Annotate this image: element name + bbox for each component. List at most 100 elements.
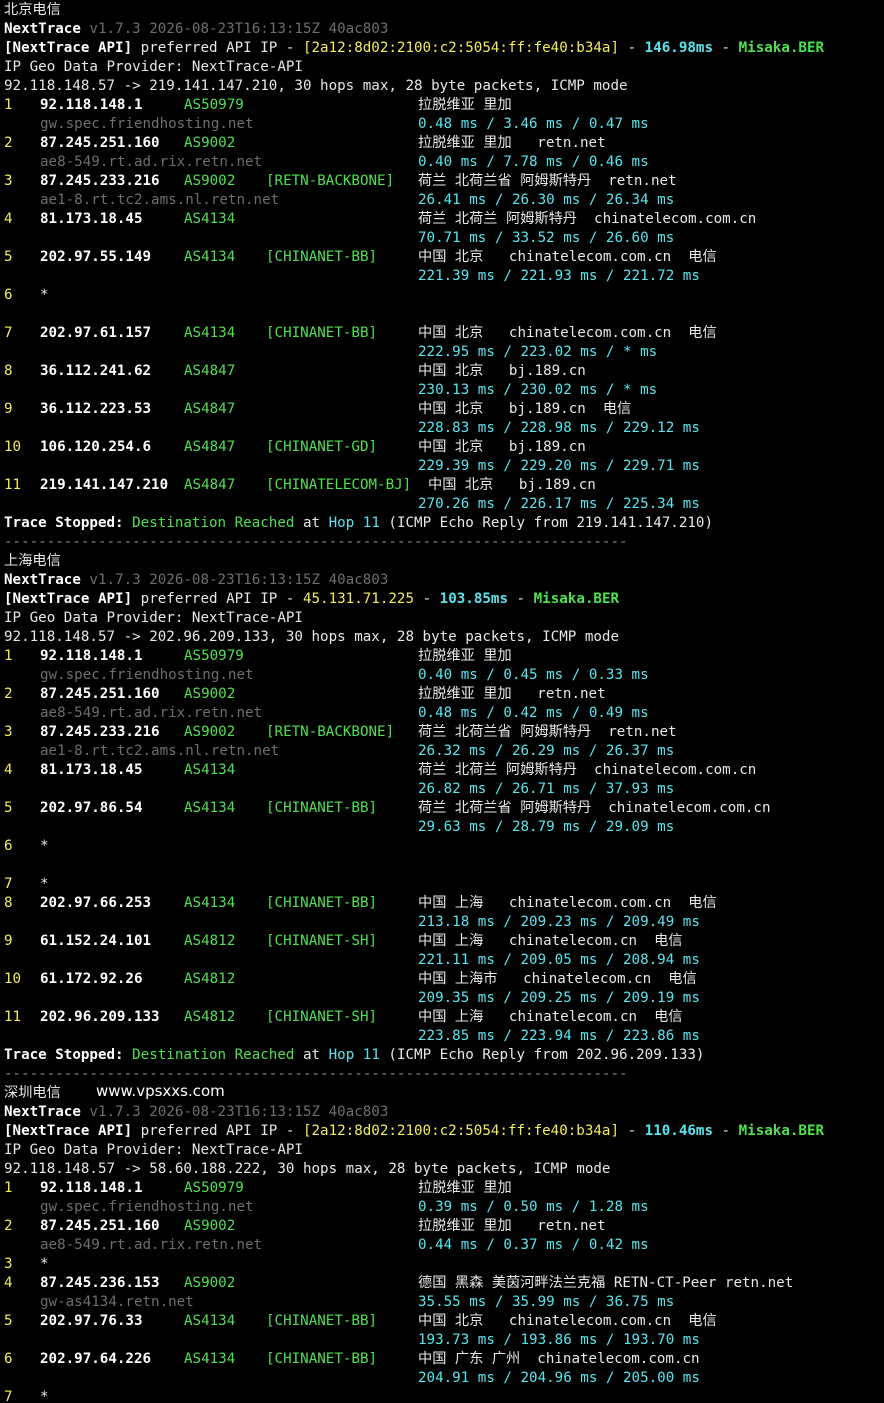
hop-asn: AS4812 (184, 1009, 236, 1025)
hop-tag: [CHINANET-BB] (266, 1313, 378, 1329)
hop-latency: 222.95 ms / 223.02 ms / * ms (418, 344, 658, 360)
tool-version-line: NextTrace v1.7.3 2026-08-23T16:13:15Z 40… (4, 571, 884, 590)
api-node: Misaka.BER (533, 591, 620, 607)
hop-asn: AS4134 (184, 762, 236, 778)
hop-timeout: * (40, 838, 49, 854)
hop-detail-row: 223.85 ms / 223.94 ms / 223.86 ms (4, 1027, 884, 1046)
api-dash: - (721, 1123, 731, 1139)
at-word: at (302, 515, 321, 531)
hop-ip: 92.118.148.1 (40, 648, 143, 664)
hop-hostname: gw.spec.friendhosting.net (40, 1199, 254, 1215)
hop-latency: 70.71 ms / 33.52 ms / 26.60 ms (418, 230, 675, 246)
hop-number: 7 (4, 1389, 13, 1403)
tool-version: v1.7.3 2026-08-23T16:13:15Z 40ac803 (89, 1104, 389, 1120)
hop-location: 荷兰 北荷兰省 阿姆斯特丹 retn.net (418, 173, 677, 189)
hop-number: 11 (4, 1009, 22, 1025)
hop-row: 11 202.96.209.133 AS4812 [CHINANET-SH] 中国 上海… (4, 1008, 884, 1027)
hop-number: 4 (4, 762, 13, 778)
hop-ip: 87.245.233.216 (40, 173, 160, 189)
api-dash: - (627, 40, 637, 56)
hop-location: 荷兰 北荷兰省 阿姆斯特丹 retn.net (418, 724, 677, 740)
hop-detail-row: ae8-549.rt.ad.rix.retn.net 0.48 ms / 0.42… (4, 704, 884, 723)
hop-location: 德国 黑森 美茵河畔法兰克福 RETN-CT-Peer retn.net (418, 1275, 794, 1291)
hop-asn: AS4847 (184, 363, 236, 379)
hop-latency: 209.35 ms / 209.25 ms / 209.19 ms (418, 990, 700, 1006)
hop-location: 中国 广东 广州 chinatelecom.com.cn (418, 1351, 700, 1367)
hop-row: 1 92.118.148.1 AS50979 拉脱维亚 里加 (4, 1179, 884, 1198)
hop-row: 4 81.173.18.45 AS4134 荷兰 北荷兰 阿姆斯特丹 chinatel… (4, 761, 884, 780)
hop-hostname: ae1-8.rt.tc2.ams.nl.retn.net (40, 743, 280, 759)
hop-detail-row: 221.39 ms / 221.93 ms / 221.72 ms (4, 267, 884, 286)
hop-latency: 26.82 ms / 26.71 ms / 37.93 ms (418, 781, 675, 797)
api-line: [NextTrace API] preferred API IP - [2a12… (4, 39, 884, 58)
hop-asn: AS4847 (184, 439, 236, 455)
hop-number: 7 (4, 325, 13, 341)
hop-timeout: * (40, 1256, 49, 1272)
hop-number: 5 (4, 249, 13, 265)
hop-location: 荷兰 北荷兰省 阿姆斯特丹 chinatelecom.com.cn (418, 800, 771, 816)
geo-provider: IP Geo Data Provider: NextTrace-API (4, 1142, 303, 1158)
api-dash: - (516, 591, 526, 607)
hop-latency: 0.40 ms / 7.78 ms / 0.46 ms (418, 154, 649, 170)
hop-ip: 219.141.147.210 (40, 477, 169, 493)
hop-number: 7 (4, 876, 13, 892)
hop-location: 中国 上海 chinatelecom.cn 电信 (418, 1009, 683, 1025)
hop-asn: AS4847 (184, 477, 236, 493)
hop-ip: 81.173.18.45 (40, 762, 143, 778)
hop-row: 10 106.120.254.6 AS4847 [CHINANET-GD] 中国 北京 … (4, 438, 884, 457)
separator: ----------------------------------------… (4, 1066, 628, 1082)
hop-detail-row: gw.spec.friendhosting.net 0.39 ms / 0.50 … (4, 1198, 884, 1217)
hop-tag: [CHINANET-SH] (266, 1009, 378, 1025)
hop-number: 3 (4, 1256, 13, 1272)
hop-row: 4 87.245.236.153 AS9002 德国 黑森 美茵河畔法兰克福 RETN… (4, 1274, 884, 1293)
api-ip: 45.131.71.225 (302, 591, 415, 607)
hop-location: 拉脱维亚 里加 (418, 1180, 512, 1196)
hop-detail-row: gw.spec.friendhosting.net 0.40 ms / 0.45 … (4, 666, 884, 685)
terminal-window: 北京电信 NextTrace v1.7.3 2026-08-23T16:13:15… (0, 0, 884, 1403)
hop-number: 10 (4, 439, 22, 455)
hop-asn: AS4134 (184, 1351, 236, 1367)
hop-ip: 202.97.76.33 (40, 1313, 143, 1329)
hop-asn: AS4134 (184, 800, 236, 816)
hop-row: 2 87.245.251.160 AS9002 拉脱维亚 里加 retn.net (4, 134, 884, 153)
hop-location: 中国 上海 chinatelecom.com.cn 电信 (418, 895, 717, 911)
hop-tag: [CHINANET-BB] (266, 249, 378, 265)
hop-number: 3 (4, 173, 13, 189)
tool-version: v1.7.3 2026-08-23T16:13:15Z 40ac803 (89, 21, 389, 37)
hop-tag: [RETN-BACKBONE] (266, 724, 395, 740)
hop-location: 荷兰 北荷兰 阿姆斯特丹 chinatelecom.com.cn (418, 762, 757, 778)
hop-latency: 230.13 ms / 230.02 ms / * ms (418, 382, 658, 398)
destination-reached: Destination Reached (132, 1047, 295, 1063)
hop-number: 1 (4, 1180, 13, 1196)
hop-hostname: ae8-549.rt.ad.rix.retn.net (40, 1237, 263, 1253)
hop-location: 中国 北京 chinatelecom.com.cn 电信 (418, 249, 717, 265)
hop-detail-row: 229.39 ms / 229.20 ms / 229.71 ms (4, 457, 884, 476)
hop-location: 中国 北京 bj.189.cn (418, 439, 586, 455)
hop-detail-row: 222.95 ms / 223.02 ms / * ms (4, 343, 884, 362)
hop-detail-row: 70.71 ms / 33.52 ms / 26.60 ms (4, 229, 884, 248)
hop-hostname: gw.spec.friendhosting.net (40, 116, 254, 132)
section-title-line: 深圳电信 www.vpsxxs.com (4, 1082, 884, 1103)
hop-ip: 92.118.148.1 (40, 1180, 143, 1196)
hop-tag: [CHINATELECOM-BJ] (266, 477, 412, 493)
hop-detail-row: 26.82 ms / 26.71 ms / 37.93 ms (4, 780, 884, 799)
tool-version-line: NextTrace v1.7.3 2026-08-23T16:13:15Z 40… (4, 20, 884, 39)
hop-detail-row: 270.26 ms / 226.17 ms / 225.34 ms (4, 495, 884, 514)
api-prefix: [NextTrace API] (4, 40, 133, 56)
api-latency: 146.98ms (644, 40, 713, 56)
section-title-line: 上海电信 (4, 552, 884, 571)
api-dash: - (422, 591, 432, 607)
hop-hostname: ae8-549.rt.ad.rix.retn.net (40, 705, 263, 721)
hop-row: 8 36.112.241.62 AS4847 中国 北京 bj.189.cn (4, 362, 884, 381)
hop-row: 6 202.97.64.226 AS4134 [CHINANET-BB] 中国 广东 广… (4, 1350, 884, 1369)
api-line: [NextTrace API] preferred API IP - [2a12… (4, 1122, 884, 1141)
hop-ip: 87.245.236.153 (40, 1275, 160, 1291)
hop-ip: 36.112.223.53 (40, 401, 152, 417)
hop-ip: 202.96.209.133 (40, 1009, 160, 1025)
hop-timeout: * (40, 1389, 49, 1403)
hop-row: 7 * (4, 1388, 884, 1403)
hop-tag: [CHINANET-BB] (266, 895, 378, 911)
api-dash: - (721, 40, 731, 56)
hop-asn: AS9002 (184, 724, 236, 740)
hop-detail-row: 29.63 ms / 28.79 ms / 29.09 ms (4, 818, 884, 837)
